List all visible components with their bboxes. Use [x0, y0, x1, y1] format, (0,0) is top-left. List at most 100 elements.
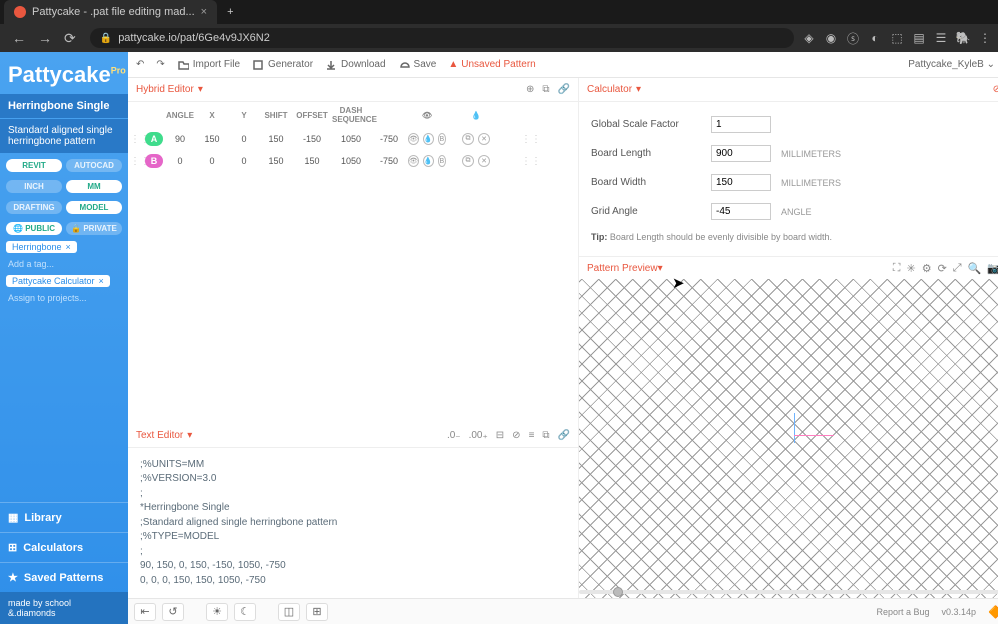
text-editor-header[interactable]: Text Editor▾ .0₋ .00₊ ⊟ ⊘ ≡ ⧉ 🔗	[128, 424, 578, 448]
forward-icon[interactable]: →	[38, 30, 52, 47]
remove-tag-icon[interactable]: ×	[66, 242, 71, 252]
refresh-icon[interactable]: ⟳	[938, 262, 947, 275]
drag-handle-icon[interactable]: ⋮⋮	[130, 156, 144, 167]
add-row-button[interactable]: ⊕	[526, 84, 534, 95]
copy-button[interactable]: ⧉	[542, 430, 549, 441]
browser-tab[interactable]: Pattycake - .pat file editing mad... ×	[4, 0, 217, 24]
seg-public[interactable]: 🌐 PUBLIC	[6, 222, 62, 235]
seg-inch[interactable]: INCH	[6, 180, 62, 193]
chevron-down-icon: ▾	[636, 84, 641, 95]
fit-icon[interactable]: ⛶	[893, 262, 901, 275]
comment-button[interactable]: ⊟	[496, 430, 504, 441]
camera-icon[interactable]: 📷	[987, 262, 998, 275]
ext-icon[interactable]: ⓢ	[846, 31, 860, 45]
menu-icon[interactable]: ⋮	[978, 31, 992, 45]
seg-model[interactable]: MODEL	[66, 201, 122, 214]
sidebar-item-saved[interactable]: ★Saved Patterns	[0, 562, 128, 592]
decimals-button[interactable]: .0₋	[447, 430, 461, 441]
reload-icon[interactable]: ⟳	[64, 30, 76, 47]
sidebar-item-calculators[interactable]: ⊞Calculators	[0, 532, 128, 562]
report-bug-link[interactable]: Report a Bug	[876, 607, 929, 617]
duplicate-icon[interactable]: ⧉	[462, 155, 474, 167]
table-row[interactable]: ⋮⋮ B 0 0 0 150 150 1050 -750 👁💧B ⧉✕ ⋮⋮	[128, 150, 578, 172]
assign-projects-link[interactable]: Assign to projects...	[0, 291, 128, 305]
pattern-preview-canvas[interactable]	[579, 279, 998, 598]
cleanup-button[interactable]: ⊘	[512, 430, 520, 441]
delete-icon[interactable]: ✕	[478, 133, 490, 145]
remove-tag-icon[interactable]: ×	[99, 276, 104, 286]
ext-icon[interactable]: ▤	[912, 31, 926, 45]
download-button[interactable]: Download	[325, 59, 385, 71]
bold-icon[interactable]: B	[438, 155, 446, 167]
delete-icon[interactable]: ✕	[478, 155, 490, 167]
drop-icon[interactable]: 💧	[423, 133, 434, 145]
copy-button[interactable]: ⧉	[542, 84, 549, 95]
preview-header[interactable]: Pattern Preview▾ ⛶ ✳ ⚙ ⟳ ⤢ 🔍 📷	[579, 257, 998, 279]
import-file-button[interactable]: Import File	[177, 59, 240, 71]
pattern-description[interactable]: Standard aligned single herringbone patt…	[0, 119, 128, 153]
seg-drafting[interactable]: DRAFTING	[6, 201, 62, 214]
tag-calculator[interactable]: Pattycake Calculator×	[6, 275, 110, 287]
drag-handle-icon[interactable]: ⋮⋮	[130, 134, 144, 145]
save-button[interactable]: Save	[398, 59, 437, 71]
ext-icon[interactable]: ◐	[868, 31, 882, 45]
ext-icon[interactable]: 🐘	[956, 31, 970, 45]
tag-herringbone[interactable]: Herringbone×	[6, 241, 77, 253]
calculator-header[interactable]: Calculator▾ ⊘	[579, 78, 998, 102]
sidebar-item-library[interactable]: ▦Library	[0, 502, 128, 532]
row-label-a[interactable]: A	[145, 132, 163, 146]
ext-icon[interactable]: ☰	[934, 31, 948, 45]
settings-button[interactable]: ☀	[206, 603, 228, 621]
link-button[interactable]: 🔗	[558, 84, 570, 95]
home-button[interactable]: ⇤	[134, 603, 156, 621]
search-icon[interactable]: 🔍	[968, 262, 982, 275]
layout-grid-button[interactable]: ⊞	[306, 603, 328, 621]
diamond-icon[interactable]: 🔶	[988, 605, 998, 619]
board-length-input[interactable]	[711, 145, 771, 162]
grid-angle-input[interactable]	[711, 203, 771, 220]
eye-icon[interactable]: 👁	[408, 155, 419, 167]
new-tab-button[interactable]: +	[217, 0, 243, 24]
seg-autocad[interactable]: AUTOCAD	[66, 159, 122, 172]
layout-split-button[interactable]: ◫	[278, 603, 300, 621]
link-button[interactable]: 🔗	[558, 430, 570, 441]
zoom-slider-track[interactable]	[579, 590, 998, 594]
drop-icon[interactable]: 💧	[423, 155, 434, 167]
eye-icon[interactable]: 👁	[408, 133, 419, 145]
generator-button[interactable]: Generator	[252, 59, 313, 71]
drag-handle-icon[interactable]: ⋮⋮	[506, 134, 556, 145]
redo-button[interactable]: ↷	[156, 59, 164, 70]
zoom-slider-thumb[interactable]	[613, 587, 623, 597]
drag-handle-icon[interactable]: ⋮⋮	[506, 156, 556, 167]
grid-icon[interactable]: ✳	[906, 262, 915, 275]
undo-button[interactable]: ↶	[136, 59, 144, 70]
table-row[interactable]: ⋮⋮ A 90 150 0 150 -150 1050 -750 👁💧B ⧉✕ …	[128, 128, 578, 150]
seg-mm[interactable]: MM	[66, 180, 122, 193]
gear-icon[interactable]: ⚙	[922, 262, 932, 275]
unsaved-indicator: ▲ Unsaved Pattern	[448, 59, 535, 70]
bold-icon[interactable]: B	[438, 133, 446, 145]
url-field[interactable]: 🔒 pattycake.io/pat/6Ge4v9JX6N2	[90, 28, 794, 48]
expand-icon[interactable]: ⤢	[953, 262, 962, 275]
board-width-input[interactable]	[711, 174, 771, 191]
pattern-title[interactable]: Herringbone Single	[0, 94, 128, 118]
dark-mode-button[interactable]: ☾	[234, 603, 256, 621]
back-icon[interactable]: ←	[12, 30, 26, 47]
add-tag-link[interactable]: Add a tag...	[0, 257, 128, 271]
decimals-button[interactable]: .00₊	[469, 430, 488, 441]
ext-icon[interactable]: ⬚	[890, 31, 904, 45]
duplicate-icon[interactable]: ⧉	[462, 133, 474, 145]
ext-icon[interactable]: ◈	[802, 31, 816, 45]
seg-revit[interactable]: REVIT	[6, 159, 62, 172]
user-menu[interactable]: Pattycake_KyleB ⌄	[902, 59, 998, 70]
code-editor[interactable]: ;%UNITS=MM ;%VERSION=3.0 ; *Herringbone …	[128, 448, 578, 599]
gsf-input[interactable]	[711, 116, 771, 133]
seg-private[interactable]: 🔒 PRIVATE	[66, 222, 122, 235]
align-button[interactable]: ≡	[529, 430, 535, 441]
row-label-b[interactable]: B	[145, 154, 163, 168]
hybrid-editor-header[interactable]: Hybrid Editor▾ ⊕ ⧉ 🔗	[128, 78, 578, 102]
disable-icon[interactable]: ⊘	[993, 84, 998, 95]
tab-close-icon[interactable]: ×	[201, 6, 207, 18]
history-button[interactable]: ↺	[162, 603, 184, 621]
ext-icon[interactable]: ◉	[824, 31, 838, 45]
